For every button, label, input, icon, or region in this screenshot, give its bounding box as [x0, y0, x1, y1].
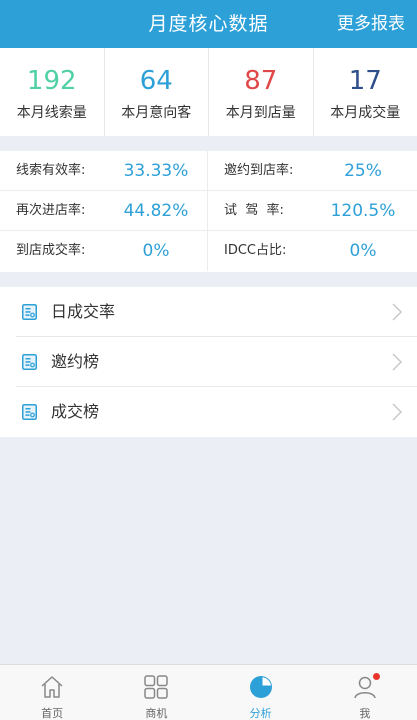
- rate-cell: 线索有效率: 33.33%: [0, 151, 208, 191]
- stat-value: 64: [139, 66, 173, 96]
- stat-leads[interactable]: 192 本月线索量: [0, 48, 105, 136]
- tab-label: 商机: [145, 707, 168, 720]
- stat-value: 87: [244, 66, 278, 96]
- stat-value: 192: [26, 66, 77, 96]
- chevron-right-icon: [392, 303, 403, 321]
- tab-label: 分析: [249, 707, 272, 720]
- rates-panel: 线索有效率: 33.33% 邀约到店率: 25% 再次进店率: 44.82% 试…: [0, 151, 417, 272]
- rate-label: IDCC占比:: [224, 243, 287, 258]
- report-icon: [22, 404, 37, 420]
- rate-row: 到店成交率: 0% IDCC占比: 0%: [0, 231, 417, 271]
- rate-cell: 再次进店率: 44.82%: [0, 191, 208, 231]
- monthly-stats: 192 本月线索量 64 本月意向客 87 本月到店量 17 本月成交量: [0, 48, 417, 136]
- menu-item-label: 邀约榜: [51, 352, 100, 371]
- rate-label: 邀约到店率:: [224, 163, 294, 178]
- rate-value: 0%: [349, 241, 377, 261]
- more-reports-button[interactable]: 更多报表: [337, 0, 405, 48]
- stat-label: 本月线索量: [16, 105, 87, 121]
- menu-item-label: 日成交率: [51, 302, 116, 321]
- stat-value: 17: [348, 66, 382, 96]
- app-header: 月度核心数据 更多报表: [0, 0, 417, 48]
- tab-me[interactable]: 我: [313, 665, 417, 720]
- rate-value: 33.33%: [123, 161, 189, 181]
- stat-label: 本月到店量: [225, 105, 296, 121]
- rate-row: 线索有效率: 33.33% 邀约到店率: 25%: [0, 151, 417, 191]
- home-icon: [41, 676, 63, 698]
- rate-label: 线索有效率:: [16, 163, 86, 178]
- pie-chart-icon: [249, 676, 272, 698]
- stat-store-visits[interactable]: 87 本月到店量: [209, 48, 314, 136]
- notification-dot: [372, 673, 380, 680]
- rate-label: 再次进店率:: [16, 203, 86, 218]
- tab-home[interactable]: 首页: [0, 665, 104, 720]
- tab-label: 我: [359, 707, 371, 720]
- menu-item-daily-deal-rate[interactable]: 日成交率: [16, 287, 417, 337]
- chevron-right-icon: [392, 353, 403, 371]
- report-icon: [22, 304, 37, 320]
- chevron-right-icon: [392, 403, 403, 421]
- bottom-tab-bar: 首页 商机 分析 我: [0, 664, 417, 720]
- report-icon: [22, 354, 37, 370]
- stat-deals[interactable]: 17 本月成交量: [314, 48, 417, 136]
- rate-cell: 到店成交率: 0%: [0, 231, 208, 271]
- rate-value: 44.82%: [123, 201, 189, 221]
- rate-label: 到店成交率:: [16, 243, 86, 258]
- rate-value: 25%: [344, 161, 382, 181]
- tab-analysis[interactable]: 分析: [209, 665, 313, 720]
- rate-value: 120.5%: [330, 201, 396, 221]
- rate-cell: IDCC占比: 0%: [208, 231, 416, 271]
- stat-label: 本月成交量: [330, 105, 401, 121]
- rate-value: 0%: [142, 241, 170, 261]
- rate-row: 再次进店率: 44.82% 试 驾 率: 120.5%: [0, 191, 417, 231]
- rate-label: 试 驾 率:: [224, 203, 284, 218]
- menu-item-label: 成交榜: [51, 402, 100, 421]
- stat-intent-customers[interactable]: 64 本月意向客: [105, 48, 209, 136]
- tab-opportunities[interactable]: 商机: [104, 665, 208, 720]
- grid-icon: [144, 675, 169, 699]
- tab-label: 首页: [41, 707, 64, 720]
- reports-menu: 日成交率 邀约榜 成交榜: [0, 287, 417, 437]
- stat-label: 本月意向客: [121, 105, 192, 121]
- rate-cell: 邀约到店率: 25%: [208, 151, 416, 191]
- rate-cell: 试 驾 率: 120.5%: [208, 191, 416, 231]
- menu-item-deal-ranking[interactable]: 成交榜: [16, 387, 417, 437]
- menu-item-invite-ranking[interactable]: 邀约榜: [16, 337, 417, 387]
